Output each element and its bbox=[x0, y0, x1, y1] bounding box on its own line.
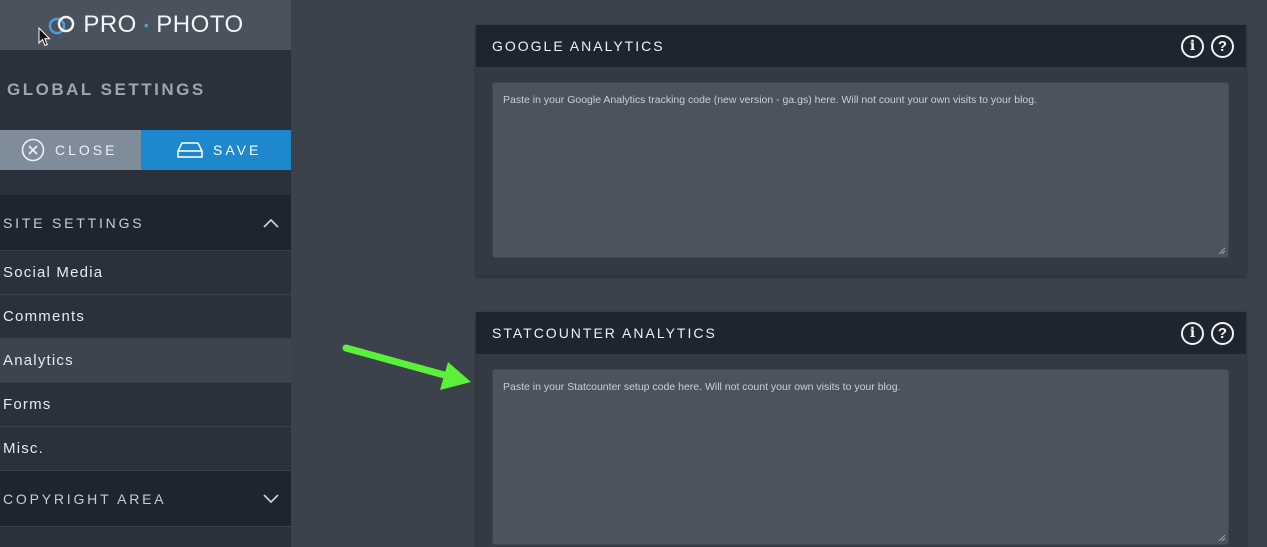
google-analytics-code-textarea[interactable]: Paste in your Google Analytics tracking … bbox=[492, 82, 1229, 258]
google-analytics-panel: GOOGLE ANALYTICS i ? Paste in your Googl… bbox=[476, 25, 1246, 276]
action-row: CLOSE SAVE bbox=[0, 130, 291, 170]
info-icon[interactable]: i bbox=[1181, 34, 1204, 58]
resize-grip-icon[interactable] bbox=[1218, 534, 1226, 542]
logo-text-right: PHOTO bbox=[156, 11, 244, 38]
google-analytics-header: GOOGLE ANALYTICS i ? bbox=[476, 25, 1246, 67]
statcounter-placeholder: Paste in your Statcounter setup code her… bbox=[503, 381, 901, 393]
statcounter-analytics-title: STATCOUNTER ANALYTICS bbox=[492, 325, 717, 341]
sidebar-item-misc[interactable]: Misc. bbox=[0, 427, 291, 471]
close-label: CLOSE bbox=[55, 142, 118, 158]
chevron-up-icon bbox=[263, 218, 279, 228]
global-settings-title: GLOBAL SETTINGS bbox=[7, 80, 206, 99]
green-arrow-annotation bbox=[342, 344, 471, 390]
help-icon[interactable]: ? bbox=[1211, 34, 1234, 58]
section-site-settings[interactable]: SITE SETTINGS bbox=[0, 195, 291, 251]
logo-dot: • bbox=[143, 17, 150, 33]
resize-grip-icon[interactable] bbox=[1218, 247, 1226, 255]
logo-text-left: PRO bbox=[83, 11, 137, 38]
save-label: SAVE bbox=[213, 142, 262, 158]
mouse-cursor-icon bbox=[38, 27, 51, 47]
section-copyright-area-label: COPYRIGHT AREA bbox=[3, 490, 167, 507]
google-analytics-placeholder: Paste in your Google Analytics tracking … bbox=[503, 94, 1038, 106]
chevron-down-icon bbox=[263, 493, 279, 503]
sidebar-item-comments[interactable]: Comments bbox=[0, 295, 291, 339]
close-button[interactable]: CLOSE bbox=[0, 130, 141, 170]
statcounter-analytics-panel: STATCOUNTER ANALYTICS i ? Paste in your … bbox=[476, 312, 1246, 547]
statcounter-code-textarea[interactable]: Paste in your Statcounter setup code her… bbox=[492, 369, 1229, 545]
statcounter-analytics-header: STATCOUNTER ANALYTICS i ? bbox=[476, 312, 1246, 354]
prophoto-logo[interactable]: PRO • PHOTO bbox=[47, 11, 243, 39]
help-icon[interactable]: ? bbox=[1211, 321, 1234, 345]
info-icon[interactable]: i bbox=[1181, 321, 1204, 345]
section-copyright-area[interactable]: COPYRIGHT AREA bbox=[0, 471, 291, 527]
sidebar-item-analytics[interactable]: Analytics bbox=[0, 339, 291, 383]
sidebar-item-forms[interactable]: Forms bbox=[0, 383, 291, 427]
sidebar-item-social-media[interactable]: Social Media bbox=[0, 251, 291, 295]
section-site-settings-label: SITE SETTINGS bbox=[3, 214, 145, 231]
hard-drive-icon bbox=[177, 142, 203, 158]
sidebar: PRO • PHOTO GLOBAL SETTINGS CLOSE SAVE SIT… bbox=[0, 0, 291, 547]
logo-bar: PRO • PHOTO bbox=[0, 0, 291, 50]
google-analytics-title: GOOGLE ANALYTICS bbox=[492, 38, 665, 54]
save-button[interactable]: SAVE bbox=[141, 130, 291, 170]
close-circle-icon bbox=[21, 138, 45, 162]
